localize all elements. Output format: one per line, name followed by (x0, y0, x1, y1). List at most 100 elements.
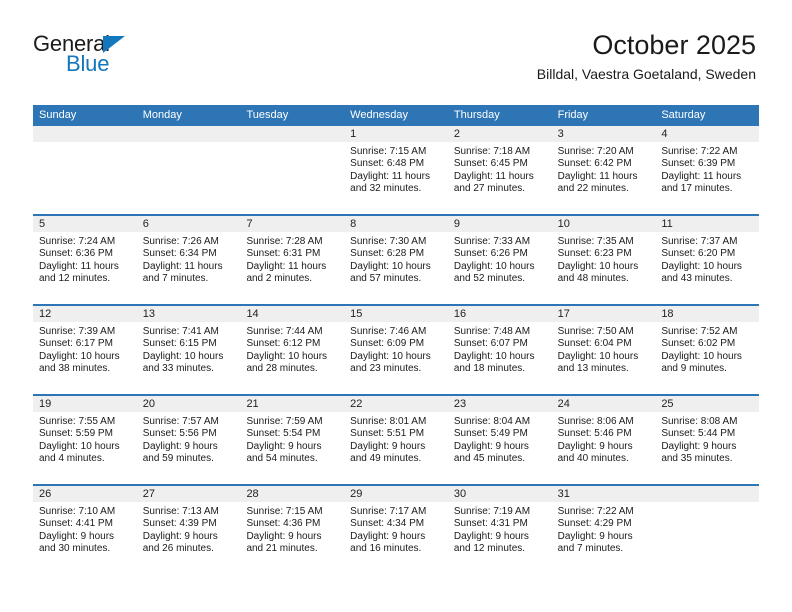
calendar-day-cell[interactable]: 29 Sunrise: 7:17 AM Sunset: 4:34 PM Dayligh… (344, 486, 448, 574)
calendar-day-cell[interactable]: 7 Sunrise: 7:28 AM Sunset: 6:31 PM Daylight… (240, 216, 345, 304)
calendar-day-cell[interactable]: 22 Sunrise: 8:01 AM Sunset: 5:51 PM Dayligh… (344, 396, 448, 484)
day-number-band: 7 (240, 216, 345, 233)
day-number: 4 (661, 128, 668, 140)
calendar-day-cell[interactable]: 17 Sunrise: 7:50 AM Sunset: 6:04 PM Dayligh… (551, 306, 656, 394)
daylight-text: Daylight: 9 hours (246, 440, 322, 452)
calendar-day-cell[interactable]: 30 Sunrise: 7:19 AM Sunset: 4:31 PM Dayligh… (447, 486, 552, 574)
sunrise-text: Sunrise: 7:33 AM (453, 236, 531, 247)
calendar-day-cell[interactable]: 2 Sunrise: 7:18 AM Sunset: 6:45 PM Daylight… (447, 126, 552, 214)
daylight-text: Daylight: 11 hours (142, 260, 223, 272)
calendar-day-cell[interactable]: 16 Sunrise: 7:48 AM Sunset: 6:07 PM Dayligh… (447, 306, 552, 394)
calendar-day-cell[interactable]: 3 Sunrise: 7:20 AM Sunset: 6:42 PM Daylight… (551, 126, 656, 214)
calendar-day-cell[interactable]: 18 Sunrise: 7:52 AM Sunset: 6:02 PM Dayligh… (655, 306, 760, 394)
calendar-day-cell[interactable]: 25 Sunrise: 8:08 AM Sunset: 5:44 PM Dayligh… (655, 396, 760, 484)
daylight-text: Daylight: 11 hours (453, 170, 534, 182)
calendar-day-cell[interactable]: 20 Sunrise: 7:57 AM Sunset: 5:56 PM Dayligh… (136, 396, 241, 484)
day-number-band: 22 (344, 396, 448, 413)
calendar-week-row: 12 Sunrise: 7:39 AM Sunset: 6:17 PM Dayligh… (33, 304, 760, 394)
day-details: Sunrise: 7:15 AM Sunset: 6:48 PM Daylight:… (344, 143, 448, 196)
daylight-text-cont: and 28 minutes. (246, 363, 318, 375)
calendar-day-cell[interactable]: 10 Sunrise: 7:35 AM Sunset: 6:23 PM Dayligh… (551, 216, 656, 304)
sunset-text: Sunset: 6:07 PM (453, 338, 528, 350)
daylight-text: Daylight: 11 hours (39, 260, 119, 272)
day-details: Sunrise: 7:28 AM Sunset: 6:31 PM Daylight:… (240, 233, 344, 286)
calendar-day-cell[interactable]: 27 Sunrise: 7:13 AM Sunset: 4:39 PM Dayligh… (136, 486, 241, 574)
calendar-week-row: 19 Sunrise: 7:55 AM Sunset: 5:59 PM Dayligh… (33, 394, 760, 484)
sunrise-text: Sunrise: 8:04 AM (453, 416, 531, 427)
day-number: 27 (142, 488, 155, 500)
calendar-day-cell[interactable]: 19 Sunrise: 7:55 AM Sunset: 5:59 PM Dayligh… (33, 396, 137, 484)
day-number: 31 (557, 488, 570, 500)
day-details: Sunrise: 8:01 AM Sunset: 5:51 PM Daylight:… (344, 413, 448, 466)
day-details: Sunrise: 7:15 AM Sunset: 4:36 PM Daylight:… (240, 503, 344, 556)
daylight-text-cont: and 35 minutes. (661, 453, 733, 465)
sunrise-text: Sunrise: 7:35 AM (557, 236, 634, 247)
sunset-text: Sunset: 5:54 PM (246, 428, 321, 440)
sunrise-text: Sunrise: 7:18 AM (453, 146, 531, 157)
daylight-text: Daylight: 10 hours (350, 260, 431, 272)
calendar-day-cell[interactable]: 12 Sunrise: 7:39 AM Sunset: 6:17 PM Dayligh… (33, 306, 137, 394)
daylight-text: Daylight: 11 hours (557, 170, 638, 182)
calendar-day-cell[interactable]: 9 Sunrise: 7:33 AM Sunset: 6:26 PM Daylight… (447, 216, 552, 304)
calendar-day-cell[interactable]: 6 Sunrise: 7:26 AM Sunset: 6:34 PM Daylight… (136, 216, 241, 304)
daylight-text: Daylight: 10 hours (142, 350, 224, 362)
sunrise-text: Sunrise: 7:15 AM (246, 506, 323, 517)
sunset-text: Sunset: 6:26 PM (453, 248, 528, 260)
day-number: 30 (453, 488, 467, 500)
calendar-day-cell[interactable]: 23 Sunrise: 8:04 AM Sunset: 5:49 PM Dayligh… (447, 396, 552, 484)
day-number-band: 12 (33, 306, 137, 323)
calendar-day-cell[interactable]: 11 Sunrise: 7:37 AM Sunset: 6:20 PM Dayligh… (655, 216, 760, 304)
weekday-header-thursday: Thursday (453, 109, 500, 121)
daylight-text: Daylight: 9 hours (350, 440, 426, 452)
page-subtitle-location: Billdal, Vaestra Goetaland, Sweden (536, 66, 756, 82)
daylight-text-cont: and 4 minutes. (39, 453, 105, 465)
calendar-week-row: 5 Sunrise: 7:24 AM Sunset: 6:36 PM Daylight… (33, 214, 760, 304)
calendar-day-cell[interactable]: 24 Sunrise: 8:06 AM Sunset: 5:46 PM Dayligh… (551, 396, 656, 484)
daylight-text-cont: and 48 minutes. (557, 273, 629, 285)
calendar-day-cell[interactable]: 26 Sunrise: 7:10 AM Sunset: 4:41 PM Dayligh… (33, 486, 137, 574)
day-number: 28 (246, 488, 259, 500)
day-number: 22 (350, 398, 363, 410)
calendar-day-cell[interactable]: 21 Sunrise: 7:59 AM Sunset: 5:54 PM Dayligh… (240, 396, 345, 484)
sunrise-text: Sunrise: 7:19 AM (453, 506, 531, 517)
calendar-day-cell[interactable]: 5 Sunrise: 7:24 AM Sunset: 6:36 PM Daylight… (33, 216, 137, 304)
sunrise-text: Sunrise: 7:52 AM (661, 326, 738, 337)
sunset-text: Sunset: 5:49 PM (453, 428, 528, 440)
calendar-day-cell[interactable]: 8 Sunrise: 7:30 AM Sunset: 6:28 PM Daylight… (344, 216, 448, 304)
daylight-text-cont: and 22 minutes. (557, 183, 629, 195)
sunset-text: Sunset: 6:17 PM (39, 338, 113, 350)
daylight-text: Daylight: 11 hours (246, 260, 327, 272)
calendar-day-cell[interactable]: 13 Sunrise: 7:41 AM Sunset: 6:15 PM Dayligh… (136, 306, 241, 394)
day-details: Sunrise: 7:57 AM Sunset: 5:56 PM Daylight:… (137, 413, 241, 466)
day-number-band (655, 486, 760, 503)
day-number-band (33, 126, 137, 143)
day-details: Sunrise: 7:22 AM Sunset: 6:39 PM Daylight:… (655, 143, 759, 196)
calendar-page: General Blue October 2025 Billdal, Vaest… (0, 0, 792, 612)
calendar-week-row: 26 Sunrise: 7:10 AM Sunset: 4:41 PM Dayligh… (33, 484, 760, 574)
day-number-band: 2 (447, 126, 552, 143)
daylight-text-cont: and 59 minutes. (142, 453, 214, 465)
day-number-band: 5 (33, 216, 137, 233)
day-number-band: 9 (447, 216, 552, 233)
day-number-band: 21 (240, 396, 345, 413)
calendar-day-cell[interactable]: 4 Sunrise: 7:22 AM Sunset: 6:39 PM Daylight… (655, 126, 760, 214)
sunset-text: Sunset: 6:42 PM (557, 158, 632, 170)
calendar-day-cell[interactable]: 14 Sunrise: 7:44 AM Sunset: 6:12 PM Dayligh… (240, 306, 345, 394)
sunset-text: Sunset: 6:12 PM (246, 338, 321, 350)
calendar-day-cell[interactable]: 31 Sunrise: 7:22 AM Sunset: 4:29 PM Dayligh… (551, 486, 656, 574)
sunrise-text: Sunrise: 7:24 AM (39, 236, 116, 247)
sunrise-text: Sunrise: 7:50 AM (557, 326, 634, 337)
calendar-day-cell[interactable]: 15 Sunrise: 7:46 AM Sunset: 6:09 PM Dayligh… (344, 306, 448, 394)
day-number-band: 30 (447, 486, 552, 503)
calendar-day-cell[interactable]: 1 Sunrise: 7:15 AM Sunset: 6:48 PM Daylight… (344, 126, 448, 214)
sunset-text: Sunset: 4:34 PM (350, 518, 425, 530)
day-number-band: 13 (136, 306, 241, 323)
day-number: 11 (661, 218, 673, 230)
day-number: 9 (453, 218, 460, 230)
calendar-week-row: 1 Sunrise: 7:15 AM Sunset: 6:48 PM Daylight… (33, 126, 760, 214)
day-details: Sunrise: 7:19 AM Sunset: 4:31 PM Daylight:… (448, 503, 552, 556)
day-number-band: 11 (655, 216, 760, 233)
calendar-day-cell[interactable]: 28 Sunrise: 7:15 AM Sunset: 4:36 PM Dayligh… (240, 486, 345, 574)
sunrise-text: Sunrise: 7:39 AM (39, 326, 116, 337)
sunset-text: Sunset: 6:15 PM (142, 338, 217, 350)
